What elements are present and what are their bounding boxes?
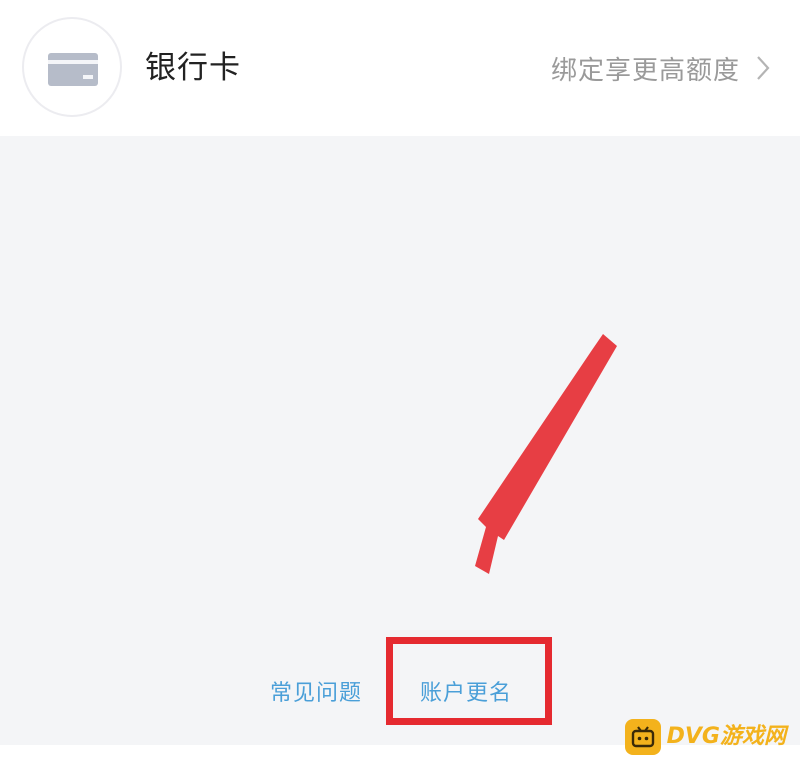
highlight-box [386, 637, 552, 725]
watermark: DVG游戏网 [624, 719, 786, 755]
watermark-text: DVG游戏网 [666, 724, 786, 749]
watermark-logo-icon [624, 719, 661, 755]
faq-link[interactable]: 常见问题 [270, 679, 362, 709]
